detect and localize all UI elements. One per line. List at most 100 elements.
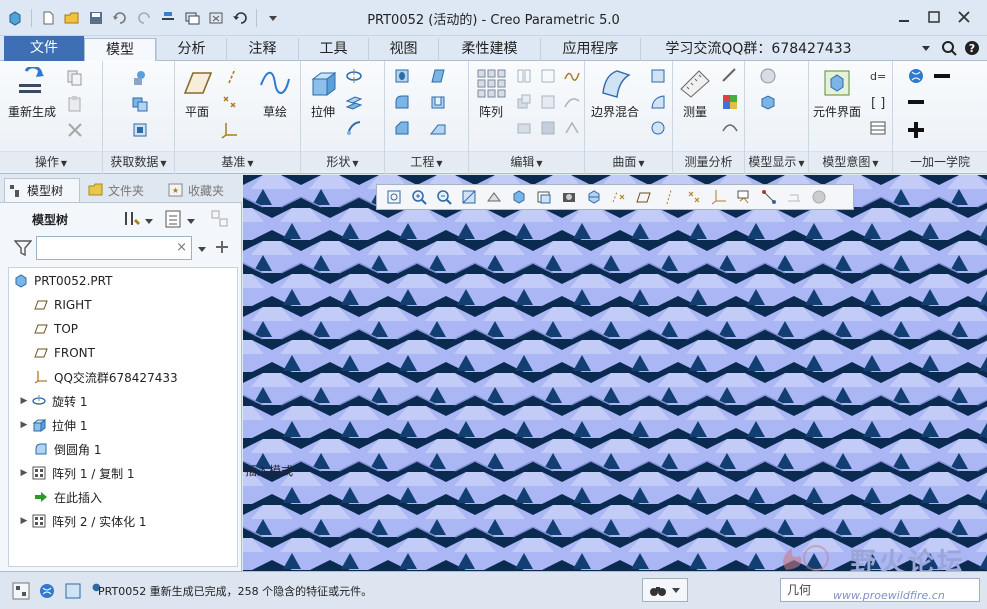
tab-annotate[interactable]: 注释 bbox=[226, 38, 298, 61]
mirror-icon[interactable] bbox=[515, 67, 533, 85]
expand-arrow-icon[interactable]: ▶ bbox=[17, 420, 31, 430]
hole-icon[interactable] bbox=[393, 67, 411, 85]
tree-item-pattern-1[interactable]: ▶ 阵列 1 / 复制 1 bbox=[17, 462, 135, 484]
group-operations-label[interactable]: 操作 ▼ bbox=[0, 151, 102, 171]
settings-icon[interactable] bbox=[122, 209, 140, 227]
plane-display-icon[interactable] bbox=[633, 187, 655, 207]
tree-item-revolve[interactable]: ▶ 旋转 1 bbox=[17, 390, 88, 412]
display-style-icon[interactable] bbox=[508, 187, 530, 207]
regenerate-button[interactable]: 重新生成 bbox=[8, 67, 56, 120]
shell-icon[interactable] bbox=[429, 93, 447, 111]
round-icon[interactable] bbox=[393, 93, 411, 111]
help-icon[interactable]: ? bbox=[963, 39, 981, 57]
parameters-icon[interactable]: [ ] bbox=[869, 93, 887, 111]
tab-model[interactable]: 模型 bbox=[84, 38, 156, 62]
tree-search-input[interactable]: × bbox=[36, 236, 192, 260]
extrude-button[interactable]: 拉伸 bbox=[307, 67, 339, 120]
sketch-button[interactable]: 草绘 bbox=[259, 67, 291, 120]
tab-view[interactable]: 视图 bbox=[368, 38, 438, 61]
refit-icon[interactable] bbox=[383, 187, 405, 207]
component-interface-button[interactable]: 元件界面 bbox=[813, 67, 861, 120]
plane-button[interactable]: 平面 bbox=[181, 67, 213, 120]
show-dropdown-icon[interactable] bbox=[186, 215, 204, 233]
group-surfaces-label[interactable]: 曲面 ▼ bbox=[585, 151, 672, 171]
relations-icon[interactable]: d= bbox=[869, 67, 887, 85]
settings-dropdown-icon[interactable] bbox=[144, 215, 162, 233]
ribbon-minimize-icon[interactable] bbox=[917, 39, 935, 57]
curvature-icon[interactable] bbox=[721, 119, 739, 137]
point-icon[interactable] bbox=[221, 93, 239, 111]
datum-display-icon[interactable] bbox=[608, 187, 630, 207]
intersect-icon[interactable] bbox=[563, 67, 581, 85]
spin-center-icon[interactable] bbox=[758, 187, 780, 207]
maximize-icon[interactable] bbox=[919, 4, 949, 30]
tab-analysis[interactable]: 分析 bbox=[156, 38, 226, 61]
shrinkwrap-icon[interactable] bbox=[131, 121, 149, 139]
grid-disabled-icon[interactable] bbox=[783, 187, 805, 207]
show-options-icon[interactable] bbox=[164, 209, 182, 228]
tree-item-extrude[interactable]: ▶ 拉伸 1 bbox=[17, 414, 88, 436]
expand-arrow-icon[interactable]: ▶ bbox=[17, 516, 31, 526]
tab-flexible-modeling[interactable]: 柔性建模 bbox=[438, 38, 540, 61]
paste-icon[interactable] bbox=[66, 95, 84, 113]
fullscreen-icon[interactable] bbox=[62, 580, 84, 602]
tree-item-round[interactable]: 倒圆角 1 bbox=[33, 438, 101, 460]
plus-icon[interactable] bbox=[907, 121, 925, 139]
view-manager-icon[interactable] bbox=[558, 187, 580, 207]
tab-tools[interactable]: 工具 bbox=[298, 38, 368, 61]
graphics-window[interactable]: 插入模式 野火论坛 bbox=[243, 175, 987, 571]
record-disabled-icon[interactable] bbox=[808, 187, 830, 207]
fill-icon[interactable] bbox=[649, 67, 667, 85]
section-icon[interactable] bbox=[583, 187, 605, 207]
thicken-icon[interactable] bbox=[515, 119, 533, 137]
tab-model-tree[interactable]: 模型树 bbox=[4, 178, 80, 202]
axis-icon[interactable] bbox=[223, 67, 241, 85]
filter-icon[interactable] bbox=[13, 239, 33, 257]
display-style-icon[interactable] bbox=[759, 93, 777, 111]
annotation-display-icon[interactable] bbox=[733, 187, 755, 207]
freestyle-icon[interactable] bbox=[649, 119, 667, 137]
expand-arrow-icon[interactable]: ▶ bbox=[17, 396, 31, 406]
tree-item-insert-here[interactable]: 在此插入 bbox=[33, 486, 102, 508]
style-icon[interactable] bbox=[649, 93, 667, 111]
revolve-icon[interactable] bbox=[345, 67, 363, 85]
expand-arrow-icon[interactable]: ▶ bbox=[17, 468, 31, 478]
extend-icon[interactable] bbox=[539, 67, 557, 85]
sweep-icon[interactable] bbox=[345, 93, 363, 111]
measure-button[interactable]: 测量 bbox=[679, 67, 711, 120]
zoom-out-icon[interactable] bbox=[433, 187, 455, 207]
clear-search-icon[interactable]: × bbox=[176, 240, 187, 255]
delete-icon[interactable] bbox=[66, 121, 84, 139]
find-button[interactable] bbox=[642, 578, 688, 602]
minus-icon[interactable] bbox=[907, 93, 925, 111]
solidify-icon[interactable] bbox=[539, 119, 557, 137]
axis-display-icon[interactable] bbox=[658, 187, 680, 207]
saved-views-icon[interactable] bbox=[533, 187, 555, 207]
minus-icon[interactable] bbox=[933, 67, 951, 85]
offset-icon[interactable] bbox=[563, 93, 581, 111]
trim-icon[interactable] bbox=[539, 93, 557, 111]
csys-icon[interactable] bbox=[221, 121, 239, 139]
chamfer-icon[interactable] bbox=[393, 119, 411, 137]
woven-lattice-model[interactable] bbox=[243, 175, 987, 571]
pattern-button[interactable]: 阵列 bbox=[475, 67, 507, 120]
tree-item-top[interactable]: TOP bbox=[33, 318, 78, 340]
tree-filter-icon[interactable] bbox=[210, 209, 228, 227]
tree-item-right[interactable]: RIGHT bbox=[33, 294, 92, 316]
group-editing-label[interactable]: 编辑 ▼ bbox=[469, 151, 584, 171]
group-engineering-label[interactable]: 工程 ▼ bbox=[385, 151, 468, 171]
perspective-icon[interactable] bbox=[483, 187, 505, 207]
minimize-icon[interactable] bbox=[889, 4, 919, 30]
group-model-intent-label[interactable]: 模型意图 ▼ bbox=[809, 151, 892, 171]
repaint-icon[interactable] bbox=[458, 187, 480, 207]
tree-item-csys[interactable]: QQ交流群678427433 bbox=[33, 366, 178, 388]
csys-display-icon[interactable] bbox=[708, 187, 730, 207]
browser-toggle-icon[interactable] bbox=[36, 580, 58, 602]
copy-icon[interactable] bbox=[66, 69, 84, 87]
copy-geometry-icon[interactable] bbox=[131, 95, 149, 113]
group-model-display-label[interactable]: 模型显示 ▼ bbox=[745, 151, 808, 171]
point-display-icon[interactable] bbox=[683, 187, 705, 207]
project-icon[interactable] bbox=[563, 119, 581, 137]
merge-icon[interactable] bbox=[515, 93, 533, 111]
draft-icon[interactable] bbox=[429, 67, 447, 85]
